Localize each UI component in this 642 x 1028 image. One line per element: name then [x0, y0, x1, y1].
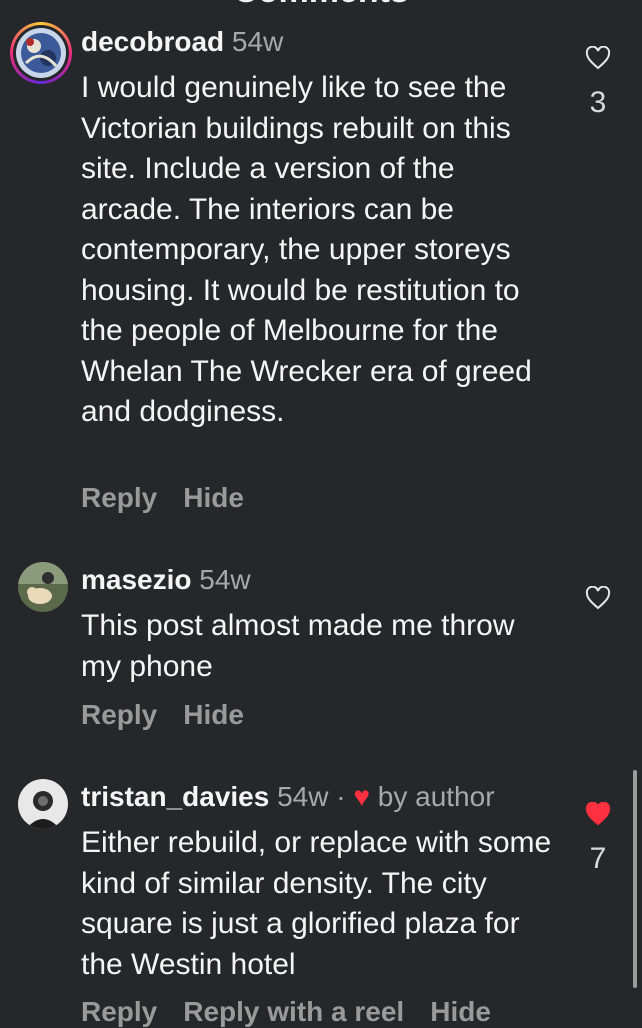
- hide-button[interactable]: Hide: [183, 482, 244, 513]
- comments-header-title: Comments: [0, 0, 642, 11]
- comment-text: Either rebuild, or replace with some kin…: [81, 826, 552, 981]
- comment-time: 54w: [231, 26, 284, 57]
- author-liked-badge: by author: [377, 781, 495, 812]
- meta-separator: ·: [328, 781, 354, 812]
- hide-button[interactable]: Hide: [183, 699, 244, 730]
- liked-heart-icon[interactable]: [578, 802, 618, 826]
- like-heart-icon[interactable]: [578, 46, 618, 70]
- comment-text: I would genuinely like to see the Victor…: [81, 71, 532, 428]
- username[interactable]: masezio: [81, 564, 192, 595]
- avatar[interactable]: [18, 562, 68, 612]
- avatar[interactable]: [16, 28, 66, 78]
- hide-button[interactable]: Hide: [430, 996, 491, 1027]
- username[interactable]: decobroad: [81, 26, 224, 57]
- username[interactable]: tristan_davies: [81, 781, 269, 812]
- reply-button[interactable]: Reply: [81, 699, 157, 730]
- like-count[interactable]: 3: [578, 86, 618, 120]
- scrollbar[interactable]: [633, 770, 637, 988]
- comment-time: 54w: [199, 564, 251, 595]
- reply-button[interactable]: Reply: [81, 482, 157, 513]
- story-ring[interactable]: [10, 22, 72, 84]
- like-count[interactable]: 7: [578, 842, 618, 876]
- comment-time: 54w: [277, 781, 329, 812]
- reply-with-reel-button[interactable]: Reply with a reel: [183, 996, 404, 1027]
- reply-button[interactable]: Reply: [81, 996, 157, 1027]
- author-heart-icon: ♥: [353, 781, 370, 812]
- comment-text: This post almost made me throw my phone: [81, 609, 515, 683]
- avatar[interactable]: [18, 779, 68, 829]
- like-heart-icon[interactable]: [578, 586, 618, 610]
